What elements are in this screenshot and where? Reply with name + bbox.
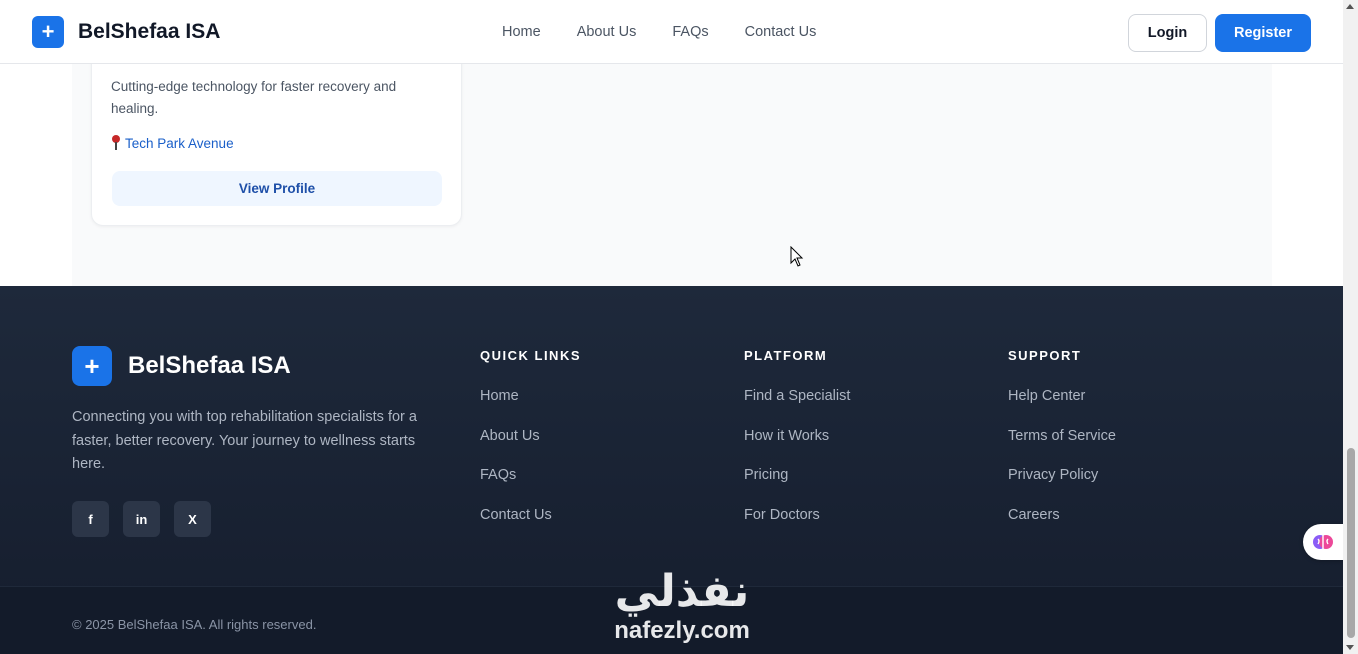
register-button[interactable]: Register (1215, 14, 1311, 52)
nav-contact-us[interactable]: Contact Us (745, 24, 817, 40)
brain-icon (1313, 535, 1333, 549)
nav-about-us[interactable]: About Us (577, 24, 637, 40)
top-navbar: + BelShefaa ISA Home About Us FAQs Conta… (0, 0, 1343, 64)
footer-col-title: QUICK LINKS (480, 348, 581, 363)
scrollbar-thumb[interactable] (1347, 448, 1355, 638)
footer-description: Connecting you with top rehabilitation s… (72, 409, 417, 472)
footer-col-platform: PLATFORM Find a Specialist How it Works … (744, 348, 850, 546)
footer-link-privacy[interactable]: Privacy Policy (1008, 467, 1116, 485)
card-location[interactable]: Tech Park Avenue (111, 135, 234, 151)
footer-col-title: SUPPORT (1008, 348, 1082, 363)
footer-link-contact-us[interactable]: Contact Us (480, 507, 581, 525)
footer-link-careers[interactable]: Careers (1008, 507, 1116, 525)
brand-name: BelShefaa ISA (78, 20, 221, 43)
footer-link-pricing[interactable]: Pricing (744, 467, 850, 485)
footer-link-how-it-works[interactable]: How it Works (744, 428, 850, 446)
footer-link-home[interactable]: Home (480, 388, 581, 406)
watermark-arabic: نفذلي (614, 566, 750, 617)
mouse-cursor-icon (790, 246, 804, 267)
footer-plus-logo-icon: + (72, 346, 112, 386)
footer-brand-name: BelShefaa ISA (128, 352, 291, 379)
brand-logo[interactable]: + BelShefaa ISA (32, 16, 220, 48)
facebook-icon[interactable]: f (72, 501, 109, 537)
x-twitter-icon[interactable]: X (174, 501, 211, 537)
footer-link-for-doctors[interactable]: For Doctors (744, 507, 850, 525)
footer-col-quick-links: QUICK LINKS Home About Us FAQs Contact U… (480, 348, 581, 546)
view-profile-button[interactable]: View Profile (112, 171, 442, 206)
footer-link-help-center[interactable]: Help Center (1008, 388, 1116, 406)
footer-link-faqs[interactable]: FAQs (480, 467, 581, 485)
nafezly-watermark: نفذلي nafezly.com (597, 568, 767, 654)
nav-faqs[interactable]: FAQs (672, 24, 708, 40)
copyright-text: © 2025 BelShefaa ISA. All rights reserve… (72, 617, 317, 632)
nav-home[interactable]: Home (502, 24, 541, 40)
scroll-up-arrow-icon[interactable] (1346, 4, 1354, 9)
pin-icon (111, 135, 121, 151)
footer-brand[interactable]: + BelShefaa ISA (72, 346, 291, 386)
linkedin-icon[interactable]: in (123, 501, 160, 537)
watermark-latin: nafezly.com (614, 617, 750, 644)
card-description: Cutting-edge technology for faster recov… (111, 79, 397, 116)
ai-assistant-button[interactable] (1303, 524, 1343, 560)
card-location-text: Tech Park Avenue (125, 135, 234, 151)
page-scrollbar[interactable] (1343, 0, 1358, 654)
social-links: f in X (72, 501, 211, 537)
footer-col-support: SUPPORT Help Center Terms of Service Pri… (1008, 348, 1116, 546)
main-nav: Home About Us FAQs Contact Us (502, 24, 816, 40)
plus-logo-icon: + (32, 16, 64, 48)
footer-link-find-specialist[interactable]: Find a Specialist (744, 388, 850, 406)
footer-link-terms[interactable]: Terms of Service (1008, 428, 1116, 446)
footer-link-about-us[interactable]: About Us (480, 428, 581, 446)
login-button[interactable]: Login (1128, 14, 1207, 52)
scroll-down-arrow-icon[interactable] (1346, 645, 1354, 650)
footer-col-title: PLATFORM (744, 348, 828, 363)
